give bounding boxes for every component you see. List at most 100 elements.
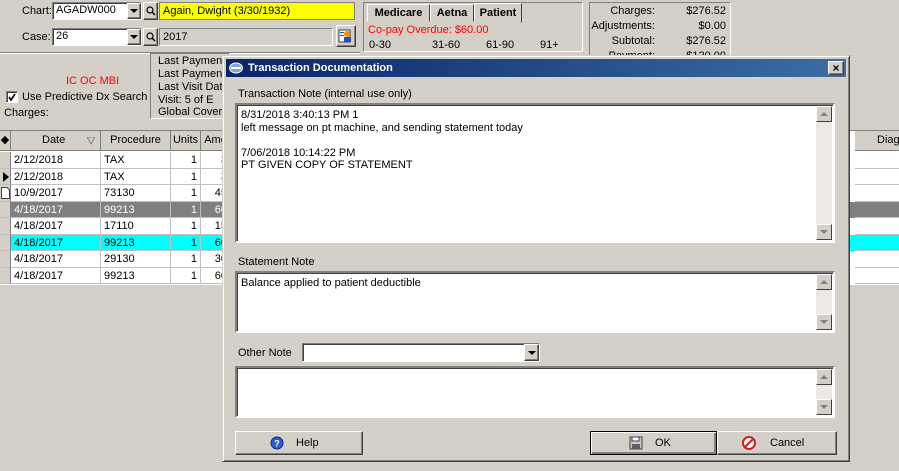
cell-procedure: 17110 xyxy=(101,218,171,235)
current-row-icon xyxy=(3,171,9,182)
dialog-titlebar[interactable]: Transaction Documentation xyxy=(226,59,846,77)
dialog-close-button[interactable]: × xyxy=(828,61,844,75)
case-search-button[interactable] xyxy=(143,28,158,46)
case-dropdown-button[interactable] xyxy=(127,29,141,45)
tab-patient[interactable]: Patient xyxy=(474,3,522,23)
row-selector[interactable] xyxy=(0,251,11,268)
tab-aetna[interactable]: Aetna xyxy=(430,4,474,22)
sort-icon xyxy=(87,137,95,145)
cell-date: 4/18/2017 xyxy=(11,267,101,284)
aging-0-30: 0-30 xyxy=(369,39,392,51)
scroll-down-button[interactable] xyxy=(816,314,832,330)
totals-subtotal-value: $276.52 xyxy=(686,35,726,47)
charges-label: Charges: xyxy=(4,107,49,119)
ok-button[interactable]: OK xyxy=(590,431,717,455)
predictive-dx-label: Use Predictive Dx Search xyxy=(22,91,148,103)
cell-units: 1 xyxy=(171,152,201,169)
cell-date: 4/18/2017 xyxy=(11,251,101,268)
document-icon xyxy=(1,187,10,199)
magnifier-icon xyxy=(145,6,156,16)
chevron-down-icon xyxy=(130,35,138,39)
cell-diag xyxy=(855,235,899,251)
visit-info-panel: Last Payment Last Payment Last Visit Dat… xyxy=(150,53,230,119)
cancel-button[interactable]: Cancel xyxy=(717,431,837,455)
case-edit-button[interactable] xyxy=(336,25,356,47)
help-icon: ? xyxy=(270,436,284,450)
statement-note-scrollbar[interactable] xyxy=(816,274,832,330)
chevron-up-icon xyxy=(820,112,828,116)
scroll-up-button[interactable] xyxy=(816,106,832,122)
totals-subtotal-label: Subtotal: xyxy=(611,35,655,47)
row-selector[interactable] xyxy=(0,267,11,284)
totals-panel: Charges: $276.52 Adjustments: $0.00 Subt… xyxy=(589,2,731,58)
scroll-up-button[interactable] xyxy=(816,274,832,290)
case-year-box: 2017 xyxy=(159,28,333,46)
row-selector[interactable] xyxy=(0,168,11,185)
visit-info-line: Last Payment xyxy=(158,68,226,80)
cell-units: 1 xyxy=(171,251,201,268)
cell-procedure: 29130 xyxy=(101,251,171,268)
grid-header-selector[interactable]: ◆ xyxy=(0,131,11,151)
grid-header-date[interactable]: Date xyxy=(11,131,101,151)
cell-procedure: 99213 xyxy=(101,201,171,218)
cell-date: 4/18/2017 xyxy=(11,201,101,218)
scroll-up-button[interactable] xyxy=(816,369,832,385)
grid-header-units[interactable]: Units xyxy=(171,131,201,151)
totals-adjustments-value: $0.00 xyxy=(698,20,726,32)
cell-units: 1 xyxy=(171,185,201,202)
other-note-dropdown-button[interactable] xyxy=(524,344,539,361)
chart-dropdown-button[interactable] xyxy=(127,3,141,19)
close-icon: × xyxy=(832,61,840,75)
app-icon xyxy=(229,62,243,74)
ok-label: OK xyxy=(655,437,671,449)
transaction-note-label: Transaction Note (internal use only) xyxy=(238,88,412,100)
cell-procedure: 99213 xyxy=(101,267,171,284)
other-note-textarea[interactable] xyxy=(235,366,835,418)
cell-diag xyxy=(855,185,899,202)
aging-61-90: 61-90 xyxy=(486,39,515,51)
cell-diag xyxy=(855,268,899,284)
chart-search-button[interactable] xyxy=(143,2,158,20)
insurance-tabs-panel: Medicare Aetna Patient Co-pay Overdue: $… xyxy=(363,2,583,52)
row-selector[interactable] xyxy=(0,201,11,218)
scroll-down-button[interactable] xyxy=(816,399,832,415)
cell-procedure: 73130 xyxy=(101,185,171,202)
dialog-title: Transaction Documentation xyxy=(248,62,393,74)
tab-medicare[interactable]: Medicare xyxy=(367,4,430,22)
svg-text:?: ? xyxy=(274,439,280,449)
other-note-scrollbar[interactable] xyxy=(816,369,832,415)
visit-info-line: Last Visit Date xyxy=(158,81,229,93)
cell-units: 1 xyxy=(171,234,201,251)
cell-date: 2/12/2018 xyxy=(11,152,101,169)
help-button[interactable]: ? Help xyxy=(235,431,363,455)
chart-label: Chart: xyxy=(22,5,52,17)
patient-name: Again, Dwight (3/30/1932) xyxy=(163,5,291,17)
case-label: Case: xyxy=(22,31,51,43)
chevron-up-icon xyxy=(820,280,828,284)
cell-diag xyxy=(855,202,899,218)
statement-note-textarea[interactable]: Balance applied to patient deductible xyxy=(235,271,835,333)
cell-diag xyxy=(855,218,899,235)
cell-diag xyxy=(855,251,899,268)
grid-header-procedure[interactable]: Procedure xyxy=(101,131,171,151)
row-selector[interactable] xyxy=(0,185,11,202)
other-note-select[interactable] xyxy=(302,343,540,362)
transaction-note-scrollbar[interactable] xyxy=(816,106,832,240)
transaction-note-text: 8/31/2018 3:40:13 PM 1 left message on p… xyxy=(241,109,523,171)
cancel-icon xyxy=(742,436,756,450)
grid-header-diag[interactable]: Diag xyxy=(855,131,899,151)
magnifier-icon xyxy=(145,32,156,42)
row-selector[interactable] xyxy=(0,152,11,169)
grid-header-date-label: Date xyxy=(42,134,66,146)
predictive-dx-checkbox[interactable] xyxy=(6,91,18,103)
chevron-up-icon xyxy=(820,375,828,379)
cell-units: 1 xyxy=(171,168,201,185)
row-selector[interactable] xyxy=(0,234,11,251)
scroll-down-button[interactable] xyxy=(816,224,832,240)
aging-91-plus: 91+ xyxy=(540,39,559,51)
transaction-note-textarea[interactable]: 8/31/2018 3:40:13 PM 1 left message on p… xyxy=(235,103,835,243)
cell-date: 2/12/2018 xyxy=(11,168,101,185)
case-year: 2017 xyxy=(163,31,188,43)
cell-date: 4/18/2017 xyxy=(11,218,101,235)
row-selector[interactable] xyxy=(0,218,11,235)
